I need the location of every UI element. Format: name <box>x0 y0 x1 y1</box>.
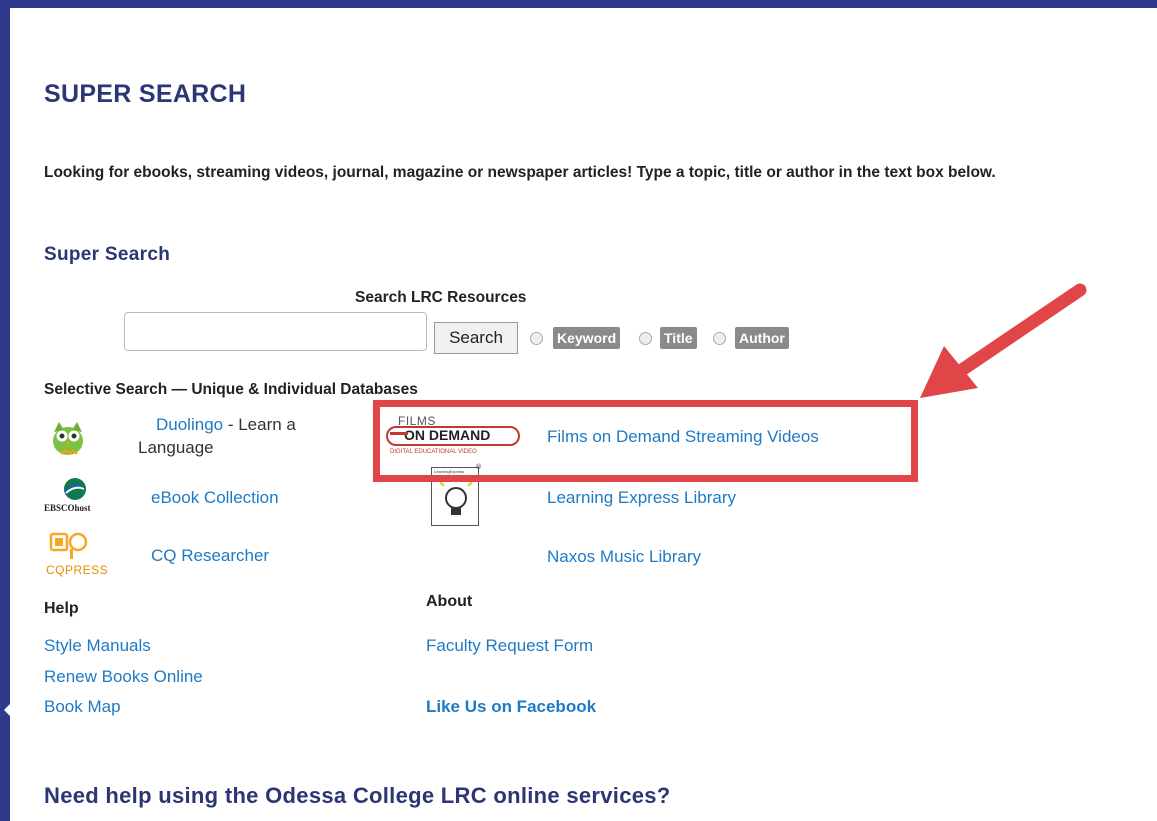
title-radio[interactable] <box>639 332 652 345</box>
intro-text: Looking for ebooks, streaming videos, jo… <box>44 164 996 181</box>
duolingo-suffix: - Learn a <box>223 415 296 434</box>
duolingo-link[interactable]: Duolingo <box>156 415 223 434</box>
search-button[interactable]: Search <box>434 322 518 354</box>
style-manuals-link[interactable]: Style Manuals <box>44 636 151 656</box>
naxos-music-link[interactable]: Naxos Music Library <box>547 547 701 567</box>
top-border <box>0 0 1157 8</box>
left-border <box>0 0 10 821</box>
title-option-label[interactable]: Title <box>660 327 697 349</box>
book-map-link[interactable]: Book Map <box>44 697 121 717</box>
duolingo-line2: Language <box>138 438 214 457</box>
cq-researcher-link[interactable]: CQ Researcher <box>151 546 269 566</box>
page-title: SUPER SEARCH <box>44 80 247 108</box>
help-services-heading: Need help using the Odessa College LRC o… <box>44 783 671 808</box>
section-title-super-search: Super Search <box>44 244 171 265</box>
ebscohost-logo-text: EBSCOhost <box>44 503 91 513</box>
left-notch <box>4 700 14 720</box>
search-label: Search LRC Resources <box>355 289 527 306</box>
keyword-option-label[interactable]: Keyword <box>553 327 621 349</box>
faculty-request-link[interactable]: Faculty Request Form <box>426 636 593 656</box>
cq-press-logo-text: CQPRESS <box>46 563 109 577</box>
selective-search-title: Selective Search — Unique & Individual D… <box>44 381 418 398</box>
facebook-link[interactable]: Like Us on Facebook <box>426 697 596 717</box>
help-heading: Help <box>44 600 79 617</box>
annotation-highlight-box <box>373 400 918 482</box>
ebook-collection-link[interactable]: eBook Collection <box>151 488 279 508</box>
duolingo-owl-icon[interactable] <box>47 418 89 458</box>
about-heading: About <box>426 593 473 610</box>
duolingo-entry: Duolingo - Learn a Language <box>138 414 338 460</box>
author-radio[interactable] <box>713 332 726 345</box>
search-input[interactable] <box>124 312 427 351</box>
renew-books-link[interactable]: Renew Books Online <box>44 667 203 687</box>
keyword-radio[interactable] <box>530 332 543 345</box>
author-option-label[interactable]: Author <box>735 327 789 349</box>
learning-express-link[interactable]: Learning Express Library <box>547 488 736 508</box>
annotation-arrow-icon <box>920 283 1087 398</box>
